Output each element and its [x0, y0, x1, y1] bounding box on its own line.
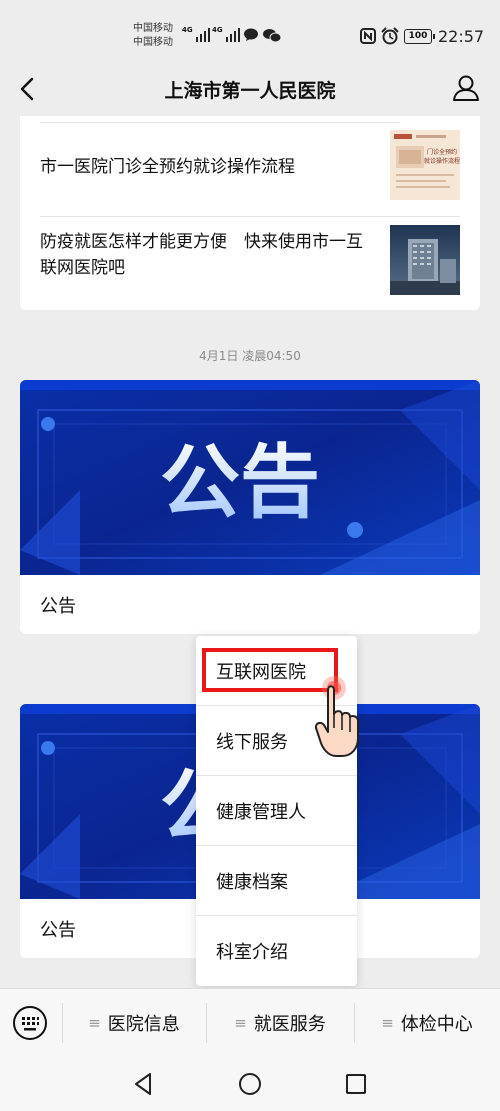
article-title: 市一医院门诊全预约就诊操作流程	[40, 157, 295, 177]
menu-item-label: 科室介绍	[216, 942, 288, 963]
recents-square-icon[interactable]	[342, 1070, 370, 1098]
menu-item-label: 线下服务	[216, 732, 288, 753]
carrier-1: 中国移动	[133, 23, 173, 34]
home-circle-icon[interactable]	[236, 1070, 264, 1098]
carrier-2: 中国移动	[133, 37, 173, 48]
bottom-menu-label: 医院信息	[107, 1014, 180, 1035]
article-item[interactable]: 市一医院门诊全预约就诊操作流程 门诊全预约 就诊操作流程	[40, 124, 460, 214]
banner-text: 公告	[160, 436, 320, 529]
keyboard-icon[interactable]	[12, 1005, 48, 1041]
menu-item-health-manager[interactable]: 健康管理人	[196, 776, 357, 846]
article-item[interactable]: 防疫就医怎样才能更方便 快来使用市一互联网医院吧	[40, 216, 460, 306]
bottom-menu-medical-service[interactable]: ≡ 就医服务	[206, 989, 354, 1057]
wechat-notification-icon	[244, 28, 258, 41]
announcement-card[interactable]: 公告 公告	[20, 380, 480, 634]
pointing-hand-icon	[314, 676, 359, 757]
carrier-labels: 中国移动 中国移动	[133, 22, 173, 50]
page-title: 上海市第一人民医院	[164, 80, 336, 102]
article-title: 防疫就医怎样才能更方便 快来使用市一互联网医院吧	[40, 232, 363, 278]
bottom-menu-checkup-center[interactable]: ≡ 体检中心	[354, 989, 500, 1057]
wechat-icon	[263, 29, 281, 42]
menu-lines-icon: ≡	[234, 1014, 247, 1032]
message-timestamp: 4月1日 凌晨04:50	[199, 349, 301, 363]
announcement-label: 公告	[40, 596, 76, 617]
battery-icon: 100	[404, 29, 435, 44]
bottom-menu: ≡ 医院信息 ≡ 就医服务 ≡ 体检中心	[0, 988, 500, 1056]
menu-lines-icon: ≡	[88, 1014, 101, 1032]
back-triangle-icon[interactable]	[130, 1070, 158, 1098]
bottom-menu-label: 就医服务	[253, 1014, 326, 1035]
menu-item-health-record[interactable]: 健康档案	[196, 846, 357, 916]
article-thumbnail: 门诊全预约 就诊操作流程	[390, 130, 460, 200]
profile-icon[interactable]	[450, 72, 482, 104]
signal-icon-2: 4G	[212, 26, 240, 42]
status-time: 22:57	[438, 27, 485, 46]
article-thumbnail	[390, 225, 460, 295]
menu-lines-icon: ≡	[381, 1014, 394, 1032]
system-nav-bar	[0, 1056, 500, 1111]
signal-icon-1: 4G	[182, 26, 210, 42]
menu-item-department-intro[interactable]: 科室介绍	[196, 916, 357, 986]
thumb-text-line1: 门诊全预约	[427, 148, 457, 156]
thumb-text-line2: 就诊操作流程	[424, 157, 460, 165]
divider	[40, 122, 400, 123]
announcement-banner: 公告	[20, 380, 480, 575]
bottom-menu-hospital-info[interactable]: ≡ 医院信息	[62, 989, 206, 1057]
alarm-icon	[381, 27, 399, 45]
menu-item-label: 健康档案	[216, 872, 288, 893]
status-bar: 中国移动 中国移动 4G 4G 100 22:57	[0, 0, 500, 62]
article-card: 市一医院门诊全预约就诊操作流程 门诊全预约 就诊操作流程 防疫就医怎样才能更方便…	[20, 116, 480, 310]
nav-bar: 上海市第一人民医院	[0, 62, 500, 116]
nfc-icon	[360, 28, 376, 44]
bottom-menu-label: 体检中心	[400, 1014, 473, 1035]
announcement-label: 公告	[40, 920, 76, 941]
menu-item-label: 健康管理人	[216, 802, 306, 823]
